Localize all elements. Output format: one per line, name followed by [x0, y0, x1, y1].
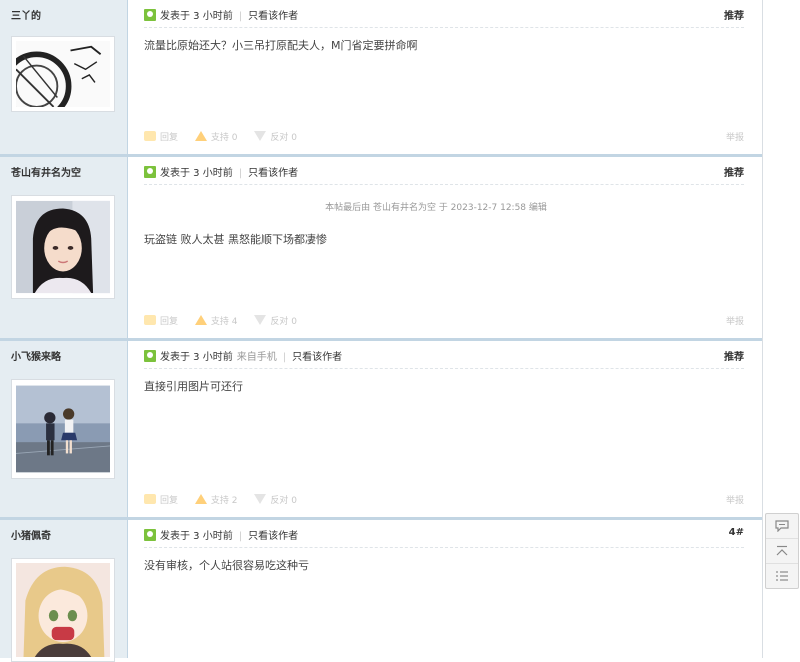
- separator: |: [238, 11, 243, 22]
- floor-label[interactable]: 推荐: [724, 7, 744, 22]
- post-sidebar: 三丫的: [0, 0, 128, 154]
- floor-label[interactable]: 推荐: [724, 164, 744, 179]
- post-main: 发表于 3 小时前 | 只看该作者 推荐 流量比原始还大？小三吊打原配夫人，M门省定…: [128, 0, 762, 154]
- post-meta: 发表于 3 小时前 | 只看该作者 4#: [144, 527, 744, 548]
- post-meta: 发表于 3 小时前 | 只看该作者 推荐: [144, 7, 744, 28]
- floating-toolbar: [765, 513, 799, 589]
- list-icon[interactable]: [766, 564, 798, 588]
- post-sidebar: 苍山有井名为空: [0, 157, 128, 338]
- post-sidebar: 小猪佩奇: [0, 520, 128, 662]
- post-main: 发表于 3 小时前 | 只看该作者 推荐 本帖最后由 苍山有井名为空 于 2023-…: [128, 157, 762, 338]
- post-time: 发表于 3 小时前: [160, 11, 233, 22]
- support-button[interactable]: 支持 2: [194, 494, 238, 506]
- post-main: 发表于 3 小时前 | 只看该作者 4# 没有审核，个人站很容易吃这种亏: [128, 520, 762, 658]
- thumb-up-icon: [194, 315, 207, 325]
- reply-button[interactable]: 回复: [144, 494, 179, 506]
- post-content: 流量比原始还大？小三吊打原配夫人，M门省定要拼命啊: [144, 39, 418, 52]
- avatar-image: [16, 563, 110, 657]
- post-time: 发表于 3 小时前: [160, 168, 233, 179]
- comment-icon[interactable]: [766, 514, 798, 539]
- support-label: 支持 4: [210, 317, 238, 327]
- separator: |: [238, 531, 243, 542]
- post-content: 没有审核，个人站很容易吃这种亏: [144, 559, 309, 572]
- support-label: 支持 2: [210, 496, 238, 506]
- online-status-icon: [144, 350, 156, 362]
- post-sidebar: 小飞猴来略: [0, 341, 128, 517]
- author-name[interactable]: 小猪佩奇: [11, 527, 51, 542]
- floor-label[interactable]: 4#: [729, 527, 744, 538]
- report-button[interactable]: 举报: [726, 130, 744, 143]
- avatar-image: [16, 200, 110, 294]
- post-main: 发表于 3 小时前 来自手机 | 只看该作者 推荐 直接引用图片可还行 回复 支持 2…: [128, 341, 762, 517]
- support-button[interactable]: 支持 0: [194, 131, 238, 143]
- author-name[interactable]: 小飞猴来略: [11, 348, 61, 363]
- online-status-icon: [144, 9, 156, 21]
- support-button[interactable]: 支持 4: [194, 315, 238, 327]
- oppose-button[interactable]: 反对 0: [254, 315, 297, 327]
- post-content: 玩盗链 败人太甚 黑怒能顺下场都凄惨: [144, 233, 327, 246]
- reply-icon: [144, 131, 156, 141]
- only-author-link[interactable]: 只看该作者: [292, 352, 342, 363]
- post-content: 直接引用图片可还行: [144, 380, 243, 393]
- reply-button[interactable]: 回复: [144, 315, 179, 327]
- reply-button[interactable]: 回复: [144, 131, 179, 143]
- post-time: 发表于 3 小时前: [160, 352, 233, 363]
- avatar-image: [16, 385, 110, 473]
- online-status-icon: [144, 529, 156, 541]
- thumb-up-icon: [194, 494, 207, 504]
- post-time: 发表于 3 小时前: [160, 531, 233, 542]
- avatar[interactable]: [11, 558, 115, 662]
- support-label: 支持 0: [210, 133, 238, 143]
- thumb-down-icon: [254, 315, 267, 325]
- post: 小飞猴来略 发表于 3 小时前 来自手机 | 只看该作者 推荐 直接引用图片可还…: [0, 341, 762, 517]
- thumb-up-icon: [194, 131, 207, 141]
- floor-label[interactable]: 推荐: [724, 348, 744, 363]
- only-author-link[interactable]: 只看该作者: [248, 531, 298, 542]
- only-author-link[interactable]: 只看该作者: [248, 168, 298, 179]
- page-right-border: [762, 0, 763, 658]
- reply-icon: [144, 494, 156, 504]
- post-meta: 发表于 3 小时前 | 只看该作者 推荐: [144, 164, 744, 185]
- post-meta: 发表于 3 小时前 来自手机 | 只看该作者 推荐: [144, 348, 744, 369]
- online-status-icon: [144, 166, 156, 178]
- reply-label: 回复: [160, 496, 179, 506]
- oppose-label: 反对 0: [270, 133, 297, 143]
- post-actions: 回复 支持 2 反对 0 举报: [144, 493, 744, 509]
- thumb-down-icon: [254, 131, 267, 141]
- author-name[interactable]: 苍山有井名为空: [11, 164, 81, 179]
- avatar-image: [16, 41, 110, 107]
- report-button[interactable]: 举报: [726, 493, 744, 506]
- separator: |: [238, 168, 243, 179]
- avatar[interactable]: [11, 36, 115, 112]
- oppose-button[interactable]: 反对 0: [254, 131, 297, 143]
- post-actions: 回复 支持 0 反对 0 举报: [144, 130, 744, 146]
- reply-label: 回复: [160, 133, 179, 143]
- post-actions: 回复 支持 4 反对 0 举报: [144, 314, 744, 330]
- reply-label: 回复: [160, 317, 179, 327]
- post: 苍山有井名为空 发表于 3 小时前 | 只看该作者 推荐 本帖最后由 苍山有井名…: [0, 157, 762, 338]
- post: 三丫的 发表于 3 小时前 | 只看该作者 推荐 流量比原始还大？小三吊打原配夫…: [0, 0, 762, 154]
- thread: 三丫的 发表于 3 小时前 | 只看该作者 推荐 流量比原始还大？小三吊打原配夫…: [0, 0, 762, 662]
- avatar[interactable]: [11, 195, 115, 299]
- oppose-label: 反对 0: [270, 317, 297, 327]
- post: 小猪佩奇 发表于 3 小时前 | 只看该作者 4# 没有审核，个人站很容易吃这种…: [0, 520, 762, 662]
- back-to-top-icon[interactable]: [766, 539, 798, 564]
- report-button[interactable]: 举报: [726, 314, 744, 327]
- reply-icon: [144, 315, 156, 325]
- device-source: 来自手机: [236, 352, 277, 363]
- author-name[interactable]: 三丫的: [11, 7, 41, 22]
- thumb-down-icon: [254, 494, 267, 504]
- oppose-button[interactable]: 反对 0: [254, 494, 297, 506]
- oppose-label: 反对 0: [270, 496, 297, 506]
- avatar[interactable]: [11, 379, 115, 479]
- only-author-link[interactable]: 只看该作者: [248, 11, 298, 22]
- edit-notice: 本帖最后由 苍山有井名为空 于 2023-12-7 12:58 编辑: [325, 203, 547, 213]
- separator: |: [282, 352, 287, 363]
